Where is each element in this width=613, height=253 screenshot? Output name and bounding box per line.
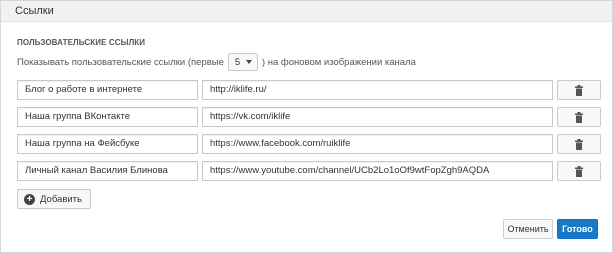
done-button[interactable]: Готово	[557, 219, 598, 239]
link-url-input[interactable]: http://iklife.ru/	[202, 80, 553, 100]
add-link-button[interactable]: + Добавить	[17, 189, 91, 209]
link-url-input[interactable]: https://www.facebook.com/ruiklife	[202, 134, 553, 154]
links-count-value: 5	[234, 56, 241, 68]
delete-link-button[interactable]	[557, 107, 601, 127]
show-links-suffix: ) на фоновом изображении канала	[261, 56, 416, 68]
cancel-button[interactable]: Отменить	[503, 219, 553, 239]
add-link-label: Добавить	[40, 193, 82, 205]
delete-link-button[interactable]	[557, 161, 601, 181]
show-links-row: Показывать пользовательские ссылки (перв…	[17, 52, 416, 72]
link-title-input[interactable]: Личный канал Василия Блинова	[17, 161, 198, 181]
link-url-input[interactable]: https://vk.com/iklife	[202, 107, 553, 127]
caret-down-icon	[245, 60, 252, 64]
trash-icon	[575, 138, 583, 150]
link-row: Наша группа на Фейсбуке https://www.face…	[17, 134, 602, 154]
show-links-prefix: Показывать пользовательские ссылки (перв…	[17, 56, 224, 68]
link-title-input[interactable]: Наша группа ВКонтакте	[17, 107, 198, 127]
delete-link-button[interactable]	[557, 134, 601, 154]
link-row: Личный канал Василия Блинова https://www…	[17, 161, 602, 181]
panel-header: Ссылки	[1, 1, 612, 22]
plus-circle-icon: +	[24, 193, 35, 205]
panel-title: Ссылки	[15, 5, 54, 17]
link-row: Блог о работе в интернете http://iklife.…	[17, 80, 602, 100]
trash-icon	[575, 84, 583, 96]
trash-icon	[575, 111, 583, 123]
section-title: ПОЛЬЗОВАТЕЛЬСКИЕ ССЫЛКИ	[17, 38, 146, 47]
link-title-input[interactable]: Блог о работе в интернете	[17, 80, 198, 100]
links-count-select[interactable]: 5	[227, 53, 258, 71]
link-url-input[interactable]: https://www.youtube.com/channel/UCb2Lo1o…	[202, 161, 553, 181]
link-title-input[interactable]: Наша группа на Фейсбуке	[17, 134, 198, 154]
link-row: Наша группа ВКонтакте https://vk.com/ikl…	[17, 107, 602, 127]
delete-link-button[interactable]	[557, 80, 601, 100]
trash-icon	[575, 165, 583, 177]
links-panel: Ссылки ПОЛЬЗОВАТЕЛЬСКИЕ ССЫЛКИ Показыват…	[0, 0, 613, 253]
